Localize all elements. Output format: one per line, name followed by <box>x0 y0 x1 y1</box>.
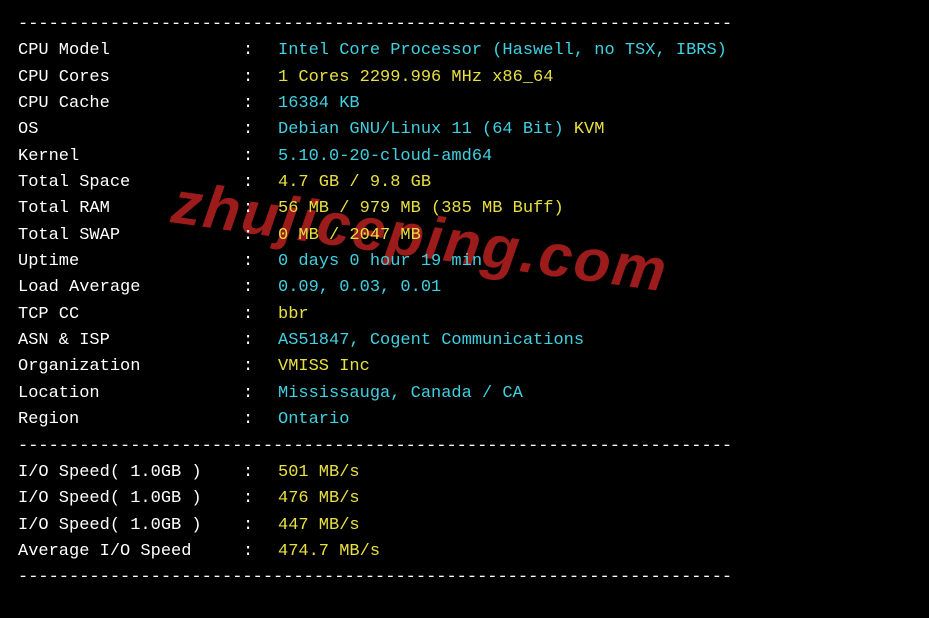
iospeed-label: Average I/O Speed <box>18 539 243 565</box>
colon-separator: : <box>243 354 278 380</box>
sysinfo-label: ASN & ISP <box>18 328 243 354</box>
sysinfo-value: 0 days 0 hour 19 min <box>278 252 482 271</box>
iospeed-block: I/O Speed( 1.0GB ): 501 MB/sI/O Speed( 1… <box>18 460 911 565</box>
sysinfo-row: ASN & ISP: AS51847, Cogent Communication… <box>18 328 911 354</box>
sysinfo-label: Uptime <box>18 249 243 275</box>
sysinfo-value: 0.09, 0.03, 0.01 <box>278 278 441 297</box>
sysinfo-row: OS: Debian GNU/Linux 11 (64 Bit) KVM <box>18 117 911 143</box>
sysinfo-label: Total SWAP <box>18 223 243 249</box>
iospeed-row: I/O Speed( 1.0GB ): 501 MB/s <box>18 460 911 486</box>
sysinfo-value: 56 MB / 979 MB (385 MB Buff) <box>278 199 564 218</box>
sysinfo-label: Region <box>18 407 243 433</box>
sysinfo-row: Kernel: 5.10.0-20-cloud-amd64 <box>18 144 911 170</box>
sysinfo-label: CPU Model <box>18 38 243 64</box>
colon-separator: : <box>243 196 278 222</box>
sysinfo-value: 0 MB / 2047 MB <box>278 226 421 245</box>
colon-separator: : <box>243 249 278 275</box>
sysinfo-row: Total Space: 4.7 GB / 9.8 GB <box>18 170 911 196</box>
sysinfo-value: KVM <box>574 120 605 139</box>
sysinfo-value: Debian GNU/Linux 11 (64 Bit) <box>278 120 574 139</box>
colon-separator: : <box>243 513 278 539</box>
sysinfo-label: Load Average <box>18 275 243 301</box>
sysinfo-value: Ontario <box>278 410 349 429</box>
sysinfo-row: CPU Cache: 16384 KB <box>18 91 911 117</box>
divider-mid: ----------------------------------------… <box>18 434 911 460</box>
iospeed-row: I/O Speed( 1.0GB ): 476 MB/s <box>18 486 911 512</box>
iospeed-row: I/O Speed( 1.0GB ): 447 MB/s <box>18 513 911 539</box>
sysinfo-value: 1 Cores 2299.996 MHz x86_64 <box>278 68 553 87</box>
sysinfo-row: Region: Ontario <box>18 407 911 433</box>
colon-separator: : <box>243 302 278 328</box>
iospeed-label: I/O Speed( 1.0GB ) <box>18 460 243 486</box>
sysinfo-label: CPU Cache <box>18 91 243 117</box>
sysinfo-row: CPU Cores: 1 Cores 2299.996 MHz x86_64 <box>18 65 911 91</box>
iospeed-value: 476 MB/s <box>278 489 360 508</box>
colon-separator: : <box>243 65 278 91</box>
sysinfo-block: CPU Model: Intel Core Processor (Haswell… <box>18 38 911 433</box>
iospeed-value: 447 MB/s <box>278 516 360 535</box>
sysinfo-label: Location <box>18 381 243 407</box>
colon-separator: : <box>243 328 278 354</box>
colon-separator: : <box>243 144 278 170</box>
colon-separator: : <box>243 460 278 486</box>
sysinfo-label: TCP CC <box>18 302 243 328</box>
colon-separator: : <box>243 117 278 143</box>
colon-separator: : <box>243 38 278 64</box>
sysinfo-row: Total SWAP: 0 MB / 2047 MB <box>18 223 911 249</box>
colon-separator: : <box>243 407 278 433</box>
colon-separator: : <box>243 223 278 249</box>
sysinfo-row: Location: Mississauga, Canada / CA <box>18 381 911 407</box>
sysinfo-label: CPU Cores <box>18 65 243 91</box>
divider-bottom: ----------------------------------------… <box>18 565 911 591</box>
sysinfo-value: 4.7 GB / 9.8 GB <box>278 173 431 192</box>
sysinfo-label: Total Space <box>18 170 243 196</box>
divider-top: ----------------------------------------… <box>18 12 911 38</box>
colon-separator: : <box>243 539 278 565</box>
iospeed-row: Average I/O Speed: 474.7 MB/s <box>18 539 911 565</box>
colon-separator: : <box>243 486 278 512</box>
sysinfo-label: OS <box>18 117 243 143</box>
sysinfo-row: Organization: VMISS Inc <box>18 354 911 380</box>
sysinfo-label: Organization <box>18 354 243 380</box>
sysinfo-row: Uptime: 0 days 0 hour 19 min <box>18 249 911 275</box>
sysinfo-row: Total RAM: 56 MB / 979 MB (385 MB Buff) <box>18 196 911 222</box>
sysinfo-row: CPU Model: Intel Core Processor (Haswell… <box>18 38 911 64</box>
terminal-output: ----------------------------------------… <box>18 12 911 592</box>
colon-separator: : <box>243 91 278 117</box>
sysinfo-value: VMISS Inc <box>278 357 370 376</box>
sysinfo-value: Mississauga, Canada / CA <box>278 384 523 403</box>
sysinfo-value: bbr <box>278 305 309 324</box>
sysinfo-label: Total RAM <box>18 196 243 222</box>
sysinfo-value: 5.10.0-20-cloud-amd64 <box>278 147 492 166</box>
sysinfo-value: 16384 KB <box>278 94 360 113</box>
iospeed-label: I/O Speed( 1.0GB ) <box>18 486 243 512</box>
colon-separator: : <box>243 381 278 407</box>
colon-separator: : <box>243 170 278 196</box>
sysinfo-value: Intel Core Processor (Haswell, no TSX, I… <box>278 41 727 60</box>
iospeed-value: 474.7 MB/s <box>278 542 380 561</box>
iospeed-label: I/O Speed( 1.0GB ) <box>18 513 243 539</box>
sysinfo-row: TCP CC: bbr <box>18 302 911 328</box>
colon-separator: : <box>243 275 278 301</box>
sysinfo-value: AS51847, Cogent Communications <box>278 331 584 350</box>
iospeed-value: 501 MB/s <box>278 463 360 482</box>
sysinfo-label: Kernel <box>18 144 243 170</box>
sysinfo-row: Load Average: 0.09, 0.03, 0.01 <box>18 275 911 301</box>
